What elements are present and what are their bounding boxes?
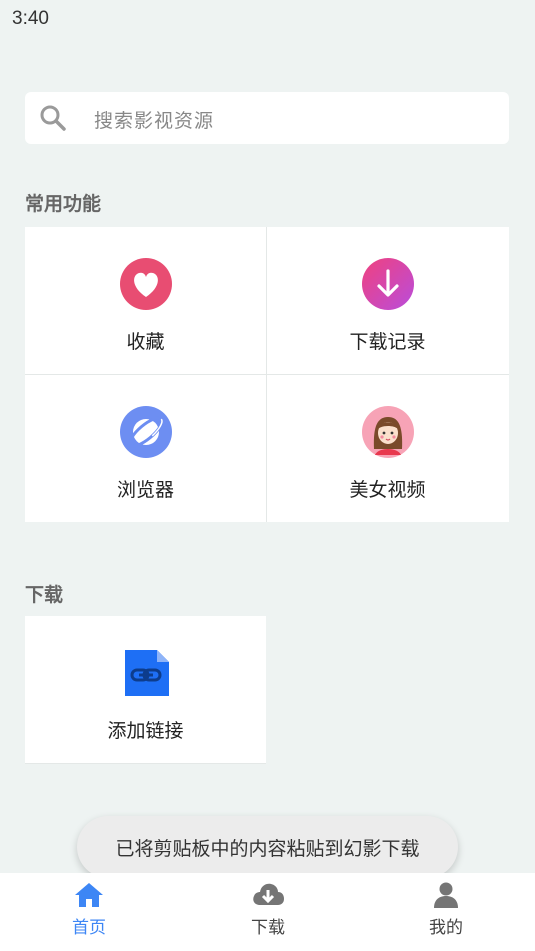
nav-home-label: 首页 [72,918,106,938]
nav-download[interactable]: 下载 [208,873,328,951]
section-title-download: 下载 [25,584,64,606]
status-bar-time: 3:40 [12,8,49,29]
browser-button[interactable]: 浏览器 [25,375,266,522]
download-grid: 添加链接 [25,616,266,764]
favorites-button[interactable]: 收藏 [25,227,266,374]
section-title-common: 常用功能 [25,193,102,215]
add-link-label: 添加链接 [107,720,184,742]
nav-mine[interactable]: 我的 [386,873,506,951]
search-placeholder: 搜索影视资源 [94,110,215,132]
search-input[interactable]: 搜索影视资源 [25,92,509,144]
add-link-button[interactable]: 添加链接 [25,616,266,763]
girl-avatar-icon [361,405,415,459]
clipboard-toast: 已将剪贴板中的内容粘贴到幻影下载 [77,816,458,878]
bottom-navigation: 首页 下载 我的 [0,873,535,951]
link-file-icon [119,646,173,700]
toast-message: 已将剪贴板中的内容粘贴到幻影下载 [115,837,420,860]
search-icon [39,104,67,132]
common-functions-grid: 收藏 下载记录 浏览器 美女视频 [25,227,509,522]
browser-label: 浏览器 [116,479,174,501]
nav-download-label: 下载 [251,918,285,938]
download-records-button[interactable]: 下载记录 [267,227,508,374]
nav-mine-label: 我的 [429,918,463,938]
heart-icon [119,257,173,311]
download-records-label: 下载记录 [349,331,426,353]
beauty-videos-button[interactable]: 美女视频 [267,375,508,522]
planet-icon [119,405,173,459]
download-arrow-icon [361,257,415,311]
nav-home[interactable]: 首页 [29,873,149,951]
grid-divider-horizontal [25,374,509,375]
beauty-videos-label: 美女视频 [349,479,426,501]
favorites-label: 收藏 [126,331,165,353]
